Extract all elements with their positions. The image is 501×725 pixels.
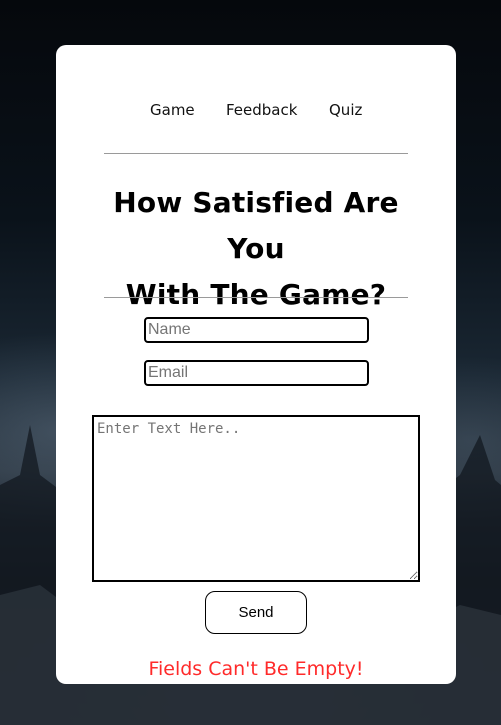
nav-link-game[interactable]: Game: [150, 98, 195, 122]
nav-link-quiz[interactable]: Quiz: [329, 98, 362, 122]
divider-bottom: [104, 297, 408, 298]
error-message: Fields Can't Be Empty!: [148, 658, 364, 680]
divider-top: [104, 153, 408, 154]
message-textarea[interactable]: [92, 415, 420, 582]
name-input[interactable]: [144, 317, 369, 343]
page-title-line-2: With The Game?: [125, 278, 387, 311]
nav-link-feedback[interactable]: Feedback: [226, 98, 297, 122]
send-button[interactable]: Send: [205, 591, 307, 634]
page-title-line-1: How Satisfied Are You: [113, 186, 399, 265]
email-input[interactable]: [144, 360, 369, 386]
